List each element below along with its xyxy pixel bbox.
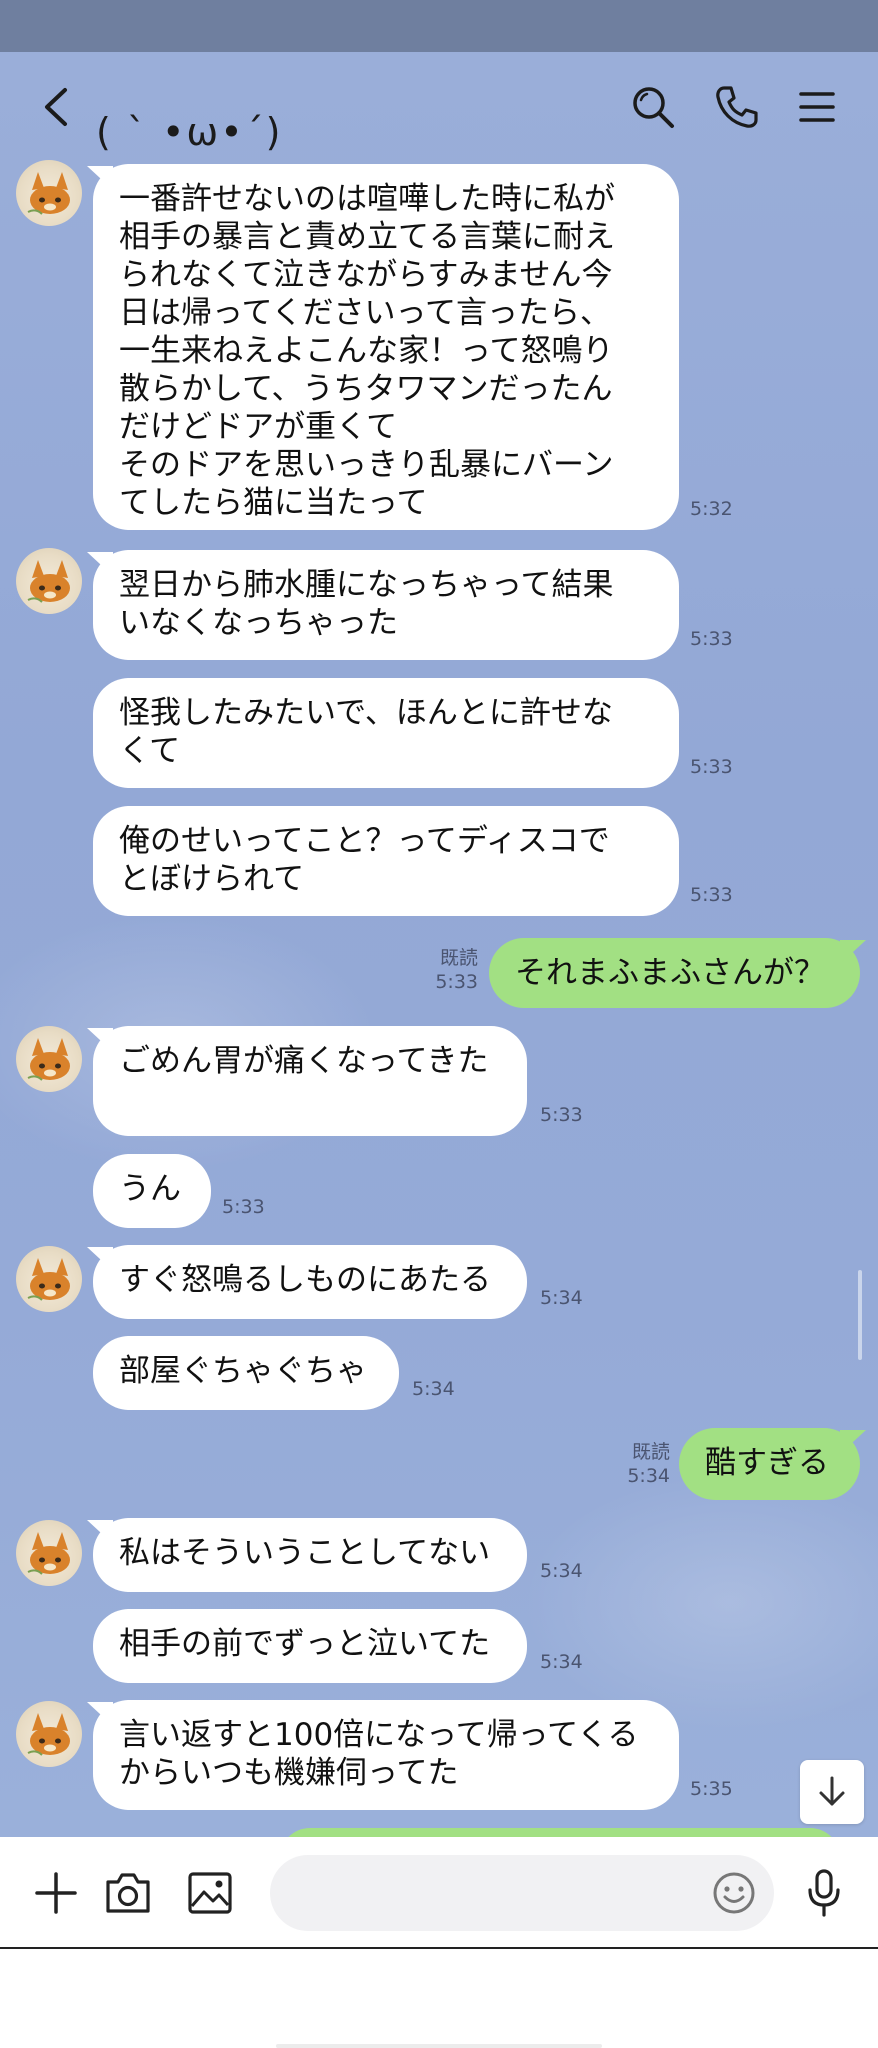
emoji-button[interactable] xyxy=(706,1865,762,1921)
back-button[interactable] xyxy=(30,82,80,132)
message-bubble[interactable]: 俺のせいってこと？ってディスコで とぼけられて xyxy=(93,806,679,916)
chevron-left-icon xyxy=(45,88,67,126)
fox-avatar-icon xyxy=(27,1532,70,1575)
message-bubble[interactable]: 一番許せないのは喧嘩した時に私が 相手の暴言と責め立てる言葉に耐え られなくて泣… xyxy=(93,164,679,530)
message-time: 5:33 xyxy=(690,884,733,906)
image-icon xyxy=(188,1872,232,1914)
read-receipt: 既読 5:34 xyxy=(612,1440,670,1488)
message-time: 5:34 xyxy=(540,1287,583,1309)
message-time: 5:35 xyxy=(690,1778,733,1800)
message-bubble[interactable]: すぐ怒鳴るしものにあたる xyxy=(93,1245,527,1319)
menu-button[interactable] xyxy=(792,82,842,132)
chat-header: ( ` •ω•´) xyxy=(0,52,878,162)
message-time: 5:33 xyxy=(435,971,478,993)
message-bubble[interactable]: うん xyxy=(93,1154,211,1228)
search-button[interactable] xyxy=(628,82,678,132)
message-bubble[interactable]: 言い返すと100倍になって帰ってくる からいつも機嫌伺ってた xyxy=(93,1700,679,1810)
message-time: 5:33 xyxy=(690,628,733,650)
menu-icon xyxy=(799,92,835,122)
message-bubble-own[interactable]: それまふまふさんが？ xyxy=(489,938,860,1008)
message-bubble-own[interactable]: 酷すぎる xyxy=(679,1428,860,1500)
avatar[interactable] xyxy=(16,1026,82,1092)
avatar[interactable] xyxy=(16,548,82,614)
message-time: 5:32 xyxy=(690,498,733,520)
message-bubble[interactable]: ごめん胃が痛くなってきた xyxy=(93,1026,527,1136)
microphone-button[interactable] xyxy=(796,1865,852,1921)
keyboard-area xyxy=(0,1949,878,2048)
message-time: 5:34 xyxy=(540,1651,583,1673)
emoji-icon xyxy=(713,1872,755,1914)
home-indicator[interactable] xyxy=(276,2044,602,2048)
call-button[interactable] xyxy=(712,82,762,132)
phone-icon xyxy=(716,86,758,128)
message-time: 5:34 xyxy=(540,1560,583,1582)
fox-avatar-icon xyxy=(27,1713,70,1756)
arrow-down-icon xyxy=(819,1776,845,1806)
message-bubble[interactable]: 相手の前でずっと泣いてた xyxy=(93,1609,527,1683)
read-receipt: 既読 5:33 xyxy=(420,946,478,994)
message-bubble[interactable]: 怪我したみたいで、ほんとに許せな くて xyxy=(93,678,679,788)
plus-icon xyxy=(35,1872,77,1914)
fox-avatar-icon xyxy=(27,560,70,603)
avatar[interactable] xyxy=(16,160,82,226)
fox-avatar-icon xyxy=(27,172,70,215)
message-time: 5:34 xyxy=(627,1465,670,1487)
scrollbar[interactable] xyxy=(858,1270,862,1360)
camera-icon xyxy=(106,1873,150,1913)
avatar[interactable] xyxy=(16,1246,82,1312)
scroll-to-bottom-button[interactable] xyxy=(800,1760,864,1824)
message-time: 5:33 xyxy=(540,1104,583,1126)
message-bubble[interactable]: 私はそういうことしてない xyxy=(93,1518,527,1592)
message-time: 5:34 xyxy=(412,1378,455,1400)
search-icon xyxy=(633,87,674,128)
message-bubble[interactable]: 翌日から肺水腫になっちゃって結果 いなくなっちゃった xyxy=(93,550,679,660)
avatar[interactable] xyxy=(16,1520,82,1586)
chat-title[interactable]: ( ` •ω•´) xyxy=(96,110,282,154)
message-input-bar xyxy=(0,1837,878,1949)
status-bar xyxy=(0,0,878,52)
cloud-decoration xyxy=(520,1472,878,1732)
fox-avatar-icon xyxy=(27,1038,70,1081)
fox-avatar-icon xyxy=(27,1258,70,1301)
message-bubble[interactable]: 部屋ぐちゃぐちゃ xyxy=(93,1336,399,1410)
message-time: 5:33 xyxy=(222,1196,265,1218)
microphone-icon xyxy=(808,1869,840,1917)
read-label: 既読 xyxy=(439,947,478,969)
add-button[interactable] xyxy=(28,1865,84,1921)
camera-button[interactable] xyxy=(100,1865,156,1921)
message-input[interactable] xyxy=(270,1855,774,1931)
avatar[interactable] xyxy=(16,1701,82,1767)
message-time: 5:33 xyxy=(690,756,733,778)
read-label: 既読 xyxy=(631,1441,670,1463)
image-button[interactable] xyxy=(182,1865,238,1921)
